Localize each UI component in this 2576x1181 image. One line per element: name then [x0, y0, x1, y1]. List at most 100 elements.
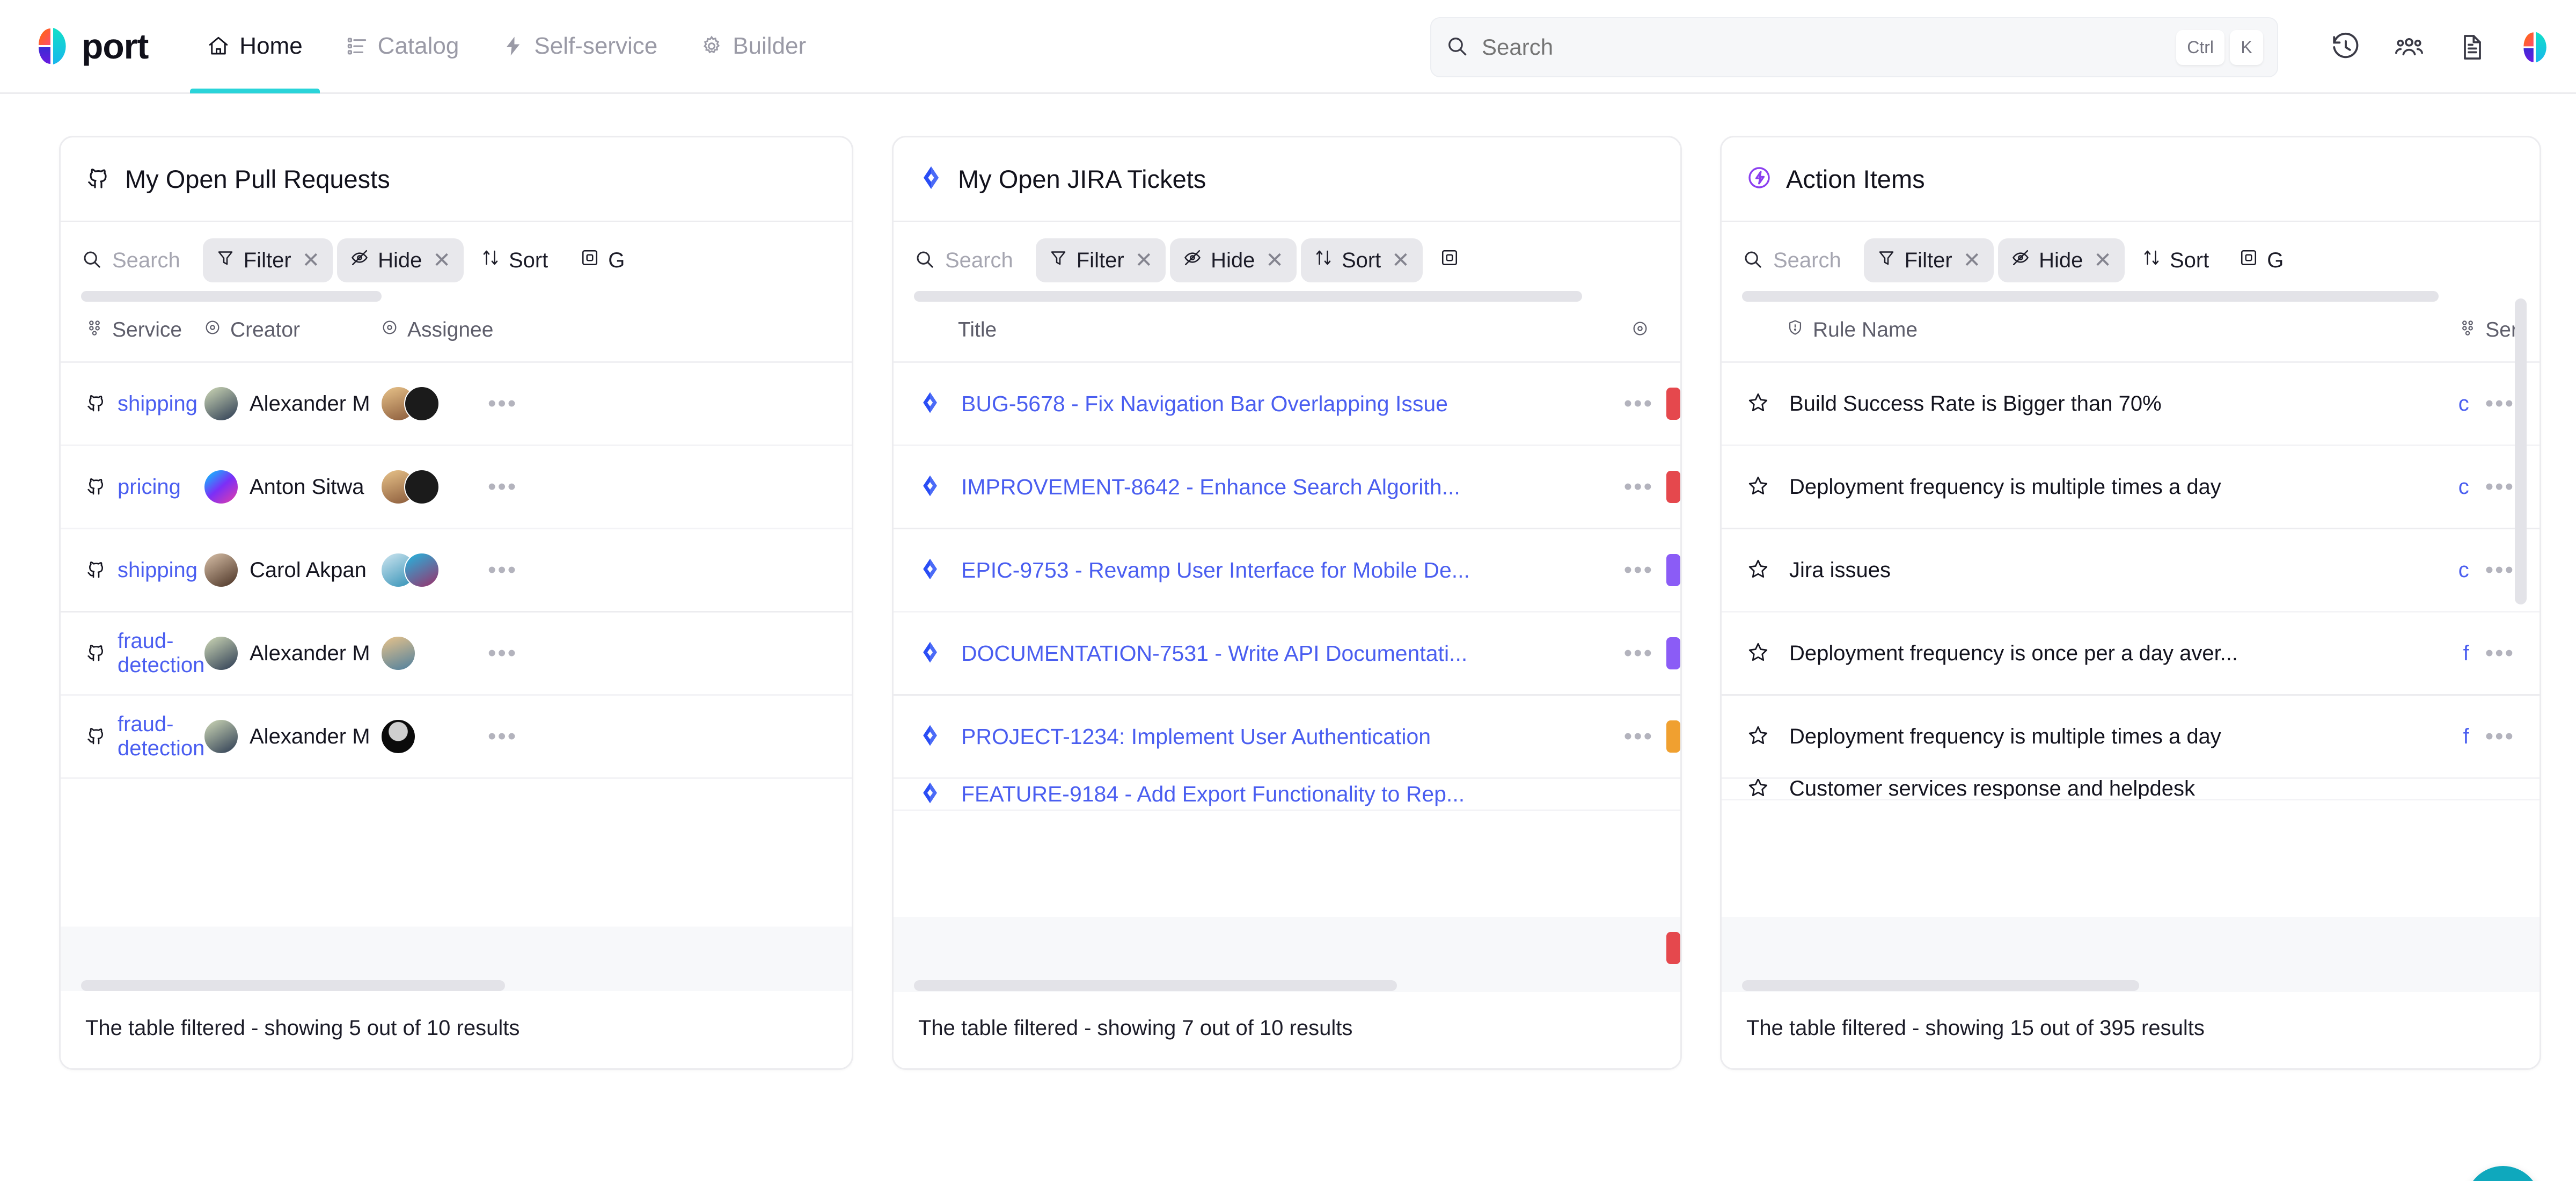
service-link[interactable]: c — [2458, 558, 2469, 582]
table-row[interactable]: Build Success Rate is Bigger than 70% c … — [1722, 363, 2540, 446]
document-icon[interactable] — [2456, 31, 2489, 64]
table-row-partial[interactable]: Customer services response and helpdesk — [1722, 779, 2540, 800]
table-row[interactable]: PROJECT-1234: Implement User Authenticat… — [894, 696, 1680, 779]
row-actions-menu[interactable]: ••• — [1624, 640, 1653, 667]
row-actions-menu[interactable]: ••• — [488, 640, 517, 667]
service-link[interactable]: shipping — [118, 558, 197, 582]
clear-sort-icon[interactable]: ✕ — [1392, 248, 1410, 273]
ticket-link[interactable]: PROJECT-1234: Implement User Authenticat… — [961, 724, 1431, 749]
row-actions-menu[interactable]: ••• — [488, 557, 517, 584]
sort-button[interactable]: Sort ✕ — [1301, 238, 1423, 282]
star-icon[interactable] — [1746, 557, 1770, 584]
row-actions-menu[interactable]: ••• — [1624, 390, 1653, 417]
group-button[interactable]: G — [565, 238, 638, 282]
nav-tab-builder[interactable]: Builder — [679, 0, 828, 93]
port-logo-icon[interactable] — [2519, 31, 2552, 64]
service-link[interactable]: f — [2463, 641, 2469, 666]
intercom-chat-button[interactable] — [2465, 1166, 2541, 1181]
table-row[interactable]: Deployment frequency is multiple times a… — [1722, 696, 2540, 779]
row-actions-menu[interactable]: ••• — [1624, 723, 1653, 750]
service-link[interactable]: shipping — [118, 392, 197, 416]
users-group-icon[interactable] — [2392, 31, 2426, 64]
table-row[interactable]: Jira issues c ••• — [1722, 529, 2540, 613]
star-icon[interactable] — [1746, 391, 1770, 417]
nav-tab-home[interactable]: Home — [186, 0, 324, 93]
service-link[interactable]: f — [2463, 725, 2469, 749]
horizontal-scrollbar[interactable] — [1742, 291, 2439, 302]
service-link[interactable]: pricing — [118, 475, 181, 499]
row-actions-menu[interactable]: ••• — [2485, 390, 2515, 417]
filter-button[interactable]: Filter ✕ — [1864, 238, 1994, 282]
row-actions-menu[interactable]: ••• — [2485, 557, 2515, 584]
hide-button[interactable]: Hide ✕ — [1998, 238, 2125, 282]
history-clock-icon[interactable] — [2329, 31, 2362, 64]
table-search[interactable]: Search — [1742, 249, 1860, 273]
table-row[interactable]: fraud-detection Alexander M ••• — [61, 613, 852, 696]
clear-hide-icon[interactable]: ✕ — [2094, 248, 2112, 273]
group-button[interactable]: G — [2226, 238, 2296, 282]
row-actions-menu[interactable]: ••• — [488, 390, 517, 417]
row-actions-menu[interactable]: ••• — [2485, 640, 2515, 667]
nav-tab-catalog[interactable]: Catalog — [324, 0, 481, 93]
row-actions-menu[interactable]: ••• — [488, 723, 517, 750]
table-row[interactable]: BUG-5678 - Fix Navigation Bar Overlappin… — [894, 363, 1680, 446]
table-horizontal-scrollbar[interactable] — [914, 980, 1397, 991]
table-search[interactable]: Search — [914, 249, 1031, 273]
column-header-rule-name[interactable]: Rule Name — [1786, 318, 1918, 342]
ticket-link[interactable]: BUG-5678 - Fix Navigation Bar Overlappin… — [961, 391, 1448, 417]
hide-button[interactable]: Hide ✕ — [1170, 238, 1297, 282]
clear-hide-icon[interactable]: ✕ — [433, 248, 451, 273]
filter-button[interactable]: Filter ✕ — [203, 238, 333, 282]
star-icon[interactable] — [1746, 474, 1770, 500]
service-link[interactable]: c — [2458, 392, 2469, 416]
row-actions-menu[interactable]: ••• — [2485, 723, 2515, 750]
sort-button[interactable]: Sort — [468, 238, 561, 282]
column-header-title[interactable]: Title — [958, 318, 997, 342]
horizontal-scrollbar[interactable] — [914, 291, 1582, 302]
nav-tab-self-service[interactable]: Self-service — [480, 0, 679, 93]
ticket-link[interactable]: DOCUMENTATION-7531 - Write API Documenta… — [961, 641, 1467, 666]
table-row[interactable]: fraud-detection Alexander M ••• — [61, 696, 852, 779]
column-header-assignee[interactable]: Assignee — [380, 318, 493, 342]
table-row[interactable]: shipping Alexander M ••• — [61, 363, 852, 446]
brand-logo[interactable]: port — [36, 26, 148, 67]
horizontal-scrollbar[interactable] — [81, 291, 382, 302]
sort-button[interactable]: Sort — [2129, 238, 2222, 282]
global-search-bar[interactable]: Ctrl K — [1430, 17, 2278, 77]
table-vertical-scrollbar[interactable] — [2515, 298, 2527, 604]
clear-hide-icon[interactable]: ✕ — [1265, 248, 1284, 273]
table-search[interactable]: Search — [81, 249, 199, 273]
row-actions-menu[interactable]: ••• — [488, 473, 517, 500]
star-icon[interactable] — [1746, 779, 1770, 800]
clear-filter-icon[interactable]: ✕ — [1963, 248, 1981, 273]
row-actions-menu[interactable]: ••• — [1624, 557, 1653, 584]
ticket-link[interactable]: FEATURE-9184 - Add Export Functionality … — [961, 782, 1465, 807]
group-button[interactable] — [1427, 238, 1472, 282]
table-row[interactable]: EPIC-9753 - Revamp User Interface for Mo… — [894, 529, 1680, 613]
table-row-partial[interactable]: FEATURE-9184 - Add Export Functionality … — [894, 779, 1680, 811]
table-row[interactable]: Deployment frequency is once per a day a… — [1722, 613, 2540, 696]
ticket-link[interactable]: IMPROVEMENT-8642 - Enhance Search Algori… — [961, 475, 1460, 500]
ticket-link[interactable]: EPIC-9753 - Revamp User Interface for Mo… — [961, 558, 1470, 583]
table-horizontal-scrollbar[interactable] — [81, 980, 505, 991]
table-row[interactable]: shipping Carol Akpan ••• — [61, 529, 852, 613]
clear-filter-icon[interactable]: ✕ — [1135, 248, 1153, 273]
service-link[interactable]: fraud-detection — [118, 712, 204, 761]
star-icon[interactable] — [1746, 724, 1770, 750]
table-row[interactable]: DOCUMENTATION-7531 - Write API Documenta… — [894, 613, 1680, 696]
table-row[interactable]: pricing Anton Sitwa ••• — [61, 446, 852, 529]
clear-filter-icon[interactable]: ✕ — [302, 248, 320, 273]
table-horizontal-scrollbar[interactable] — [1742, 980, 2139, 991]
column-header-service[interactable]: Ser — [2458, 318, 2518, 342]
column-header-service[interactable]: Service — [85, 318, 203, 342]
table-row[interactable]: Deployment frequency is multiple times a… — [1722, 446, 2540, 529]
service-link[interactable]: fraud-detection — [118, 629, 204, 677]
row-actions-menu[interactable]: ••• — [1624, 473, 1653, 500]
row-actions-menu[interactable]: ••• — [2485, 473, 2515, 500]
star-icon[interactable] — [1746, 640, 1770, 667]
table-row[interactable]: IMPROVEMENT-8642 - Enhance Search Algori… — [894, 446, 1680, 529]
hide-button[interactable]: Hide ✕ — [337, 238, 464, 282]
service-link[interactable]: c — [2458, 475, 2469, 499]
global-search-input[interactable] — [1482, 34, 2171, 60]
column-header-creator[interactable]: Creator — [203, 318, 380, 342]
